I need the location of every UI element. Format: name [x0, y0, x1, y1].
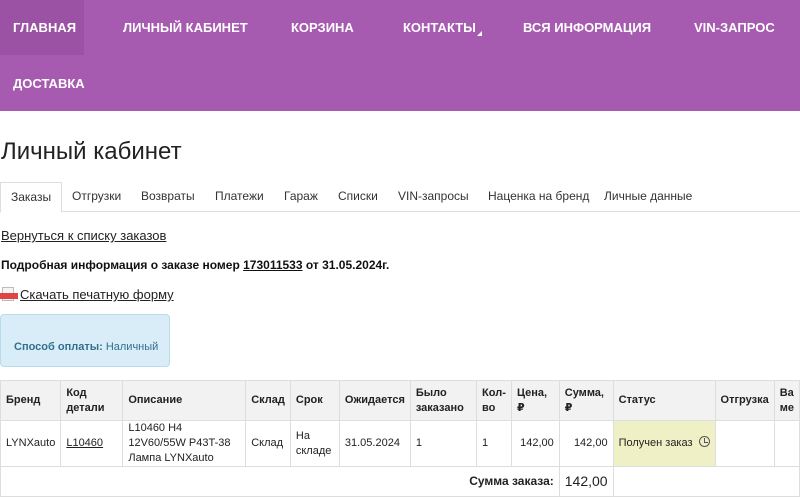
cell-extra [773, 420, 800, 467]
payment-method-label: Способ оплаты: [14, 341, 103, 353]
order-total-value: 142,00 [558, 466, 614, 497]
tab-vin-requests[interactable]: VIN-запросы [398, 182, 469, 212]
total-row: Сумма заказа: 142,00 [0, 466, 800, 497]
tab-payments[interactable]: Платежи [215, 182, 264, 212]
status-text: Получен заказ [618, 437, 693, 449]
nav-item-contacts[interactable]: КОНТАКТЫ [403, 20, 482, 36]
column-header-status: Статус [612, 380, 716, 421]
nav-item-cart[interactable]: КОРЗИНА [291, 20, 354, 35]
column-header-warehouse: Склад [245, 380, 291, 421]
tab-personal-data[interactable]: Личные данные [604, 182, 692, 212]
nav-item-delivery[interactable]: ДОСТАВКА [13, 76, 85, 91]
payment-method-value: Наличный [105, 341, 159, 353]
column-header-expected: Ожидается [338, 380, 411, 421]
tab-lists[interactable]: Списки [338, 182, 378, 212]
cell-term: На складе [289, 420, 340, 467]
cell-code: L10460 [60, 420, 124, 467]
column-header-price: Цена, ₽ [510, 380, 560, 421]
top-navigation: ГЛАВНАЯ ЛИЧНЫЙ КАБИНЕТ КОРЗИНА КОНТАКТЫ … [0, 0, 800, 111]
cell-shipment [714, 420, 775, 467]
cell-price: 142,00 [510, 420, 560, 467]
payment-method: Способ оплаты: Наличный [14, 341, 158, 353]
table-row: LYNXauto L10460 L10460 H4 12V60/55W P43T… [0, 420, 800, 467]
tab-shipments[interactable]: Отгрузки [72, 182, 121, 212]
payment-method-box: Способ оплаты: Наличный [0, 314, 170, 367]
column-header-sum: Сумма, ₽ [558, 380, 614, 421]
nav-item-account[interactable]: ЛИЧНЫЙ КАБИНЕТ [123, 20, 248, 35]
order-info-prefix: Подробная информация о заказе номер [1, 258, 240, 272]
download-print-form-link[interactable]: Скачать печатную форму [20, 287, 174, 302]
cell-sum: 142,00 [558, 420, 614, 467]
cell-status: Получен заказ [612, 420, 716, 467]
back-to-orders-link[interactable]: Вернуться к списку заказов [1, 228, 166, 243]
cell-brand: LYNXauto [0, 420, 62, 467]
page-title: Личный кабинет [1, 138, 182, 165]
cell-ordered: 1 [409, 420, 478, 467]
column-header-brand: Бренд [0, 380, 62, 421]
part-code-link[interactable]: L10460 [66, 437, 103, 449]
column-header-qty: Кол-во [476, 380, 512, 421]
nav-item-home[interactable]: ГЛАВНАЯ [13, 20, 76, 35]
nav-item-vin-request[interactable]: VIN-ЗАПРОС [694, 20, 775, 35]
cell-description: L10460 H4 12V60/55W P43T-38 Лампа LYNXau… [122, 420, 247, 467]
column-header-shipment: Отгрузка [714, 380, 775, 421]
account-tabs: Заказы Отгрузки Возвраты Платежи Гараж С… [0, 182, 800, 213]
cell-qty: 1 [476, 420, 512, 467]
column-header-term: Срок [289, 380, 340, 421]
cell-warehouse: Склад [245, 420, 291, 467]
order-total-label: Сумма заказа: [0, 466, 560, 497]
column-header-extra: Ва ме [773, 380, 800, 421]
total-row-filler [612, 466, 800, 497]
history-icon[interactable] [698, 436, 710, 447]
column-header-description: Описание [122, 380, 247, 421]
dropdown-triangle-icon [476, 31, 482, 36]
tab-orders[interactable]: Заказы [0, 182, 63, 213]
nav-item-contacts-label: КОНТАКТЫ [403, 20, 476, 35]
tab-brand-markup[interactable]: Наценка на бренд [488, 182, 589, 212]
print-form-row: Скачать печатную форму [0, 286, 174, 304]
nav-item-all-info[interactable]: ВСЯ ИНФОРМАЦИЯ [523, 20, 651, 35]
tab-returns[interactable]: Возвраты [141, 182, 195, 212]
order-info-suffix: от 31.05.2024г. [305, 258, 390, 272]
order-number-link[interactable]: 173011533 [243, 258, 302, 272]
column-header-code: Код детали [60, 380, 124, 421]
order-info: Подробная информация о заказе номер 1730… [1, 258, 389, 272]
cell-expected: 31.05.2024 [338, 420, 411, 467]
column-header-ordered: Было заказано [409, 380, 478, 421]
order-items-table: Бренд Код детали Описание Склад Срок Ожи… [0, 380, 800, 497]
table-header-row: Бренд Код детали Описание Склад Срок Ожи… [0, 380, 800, 421]
tab-garage[interactable]: Гараж [284, 182, 318, 212]
pdf-icon [0, 287, 18, 301]
